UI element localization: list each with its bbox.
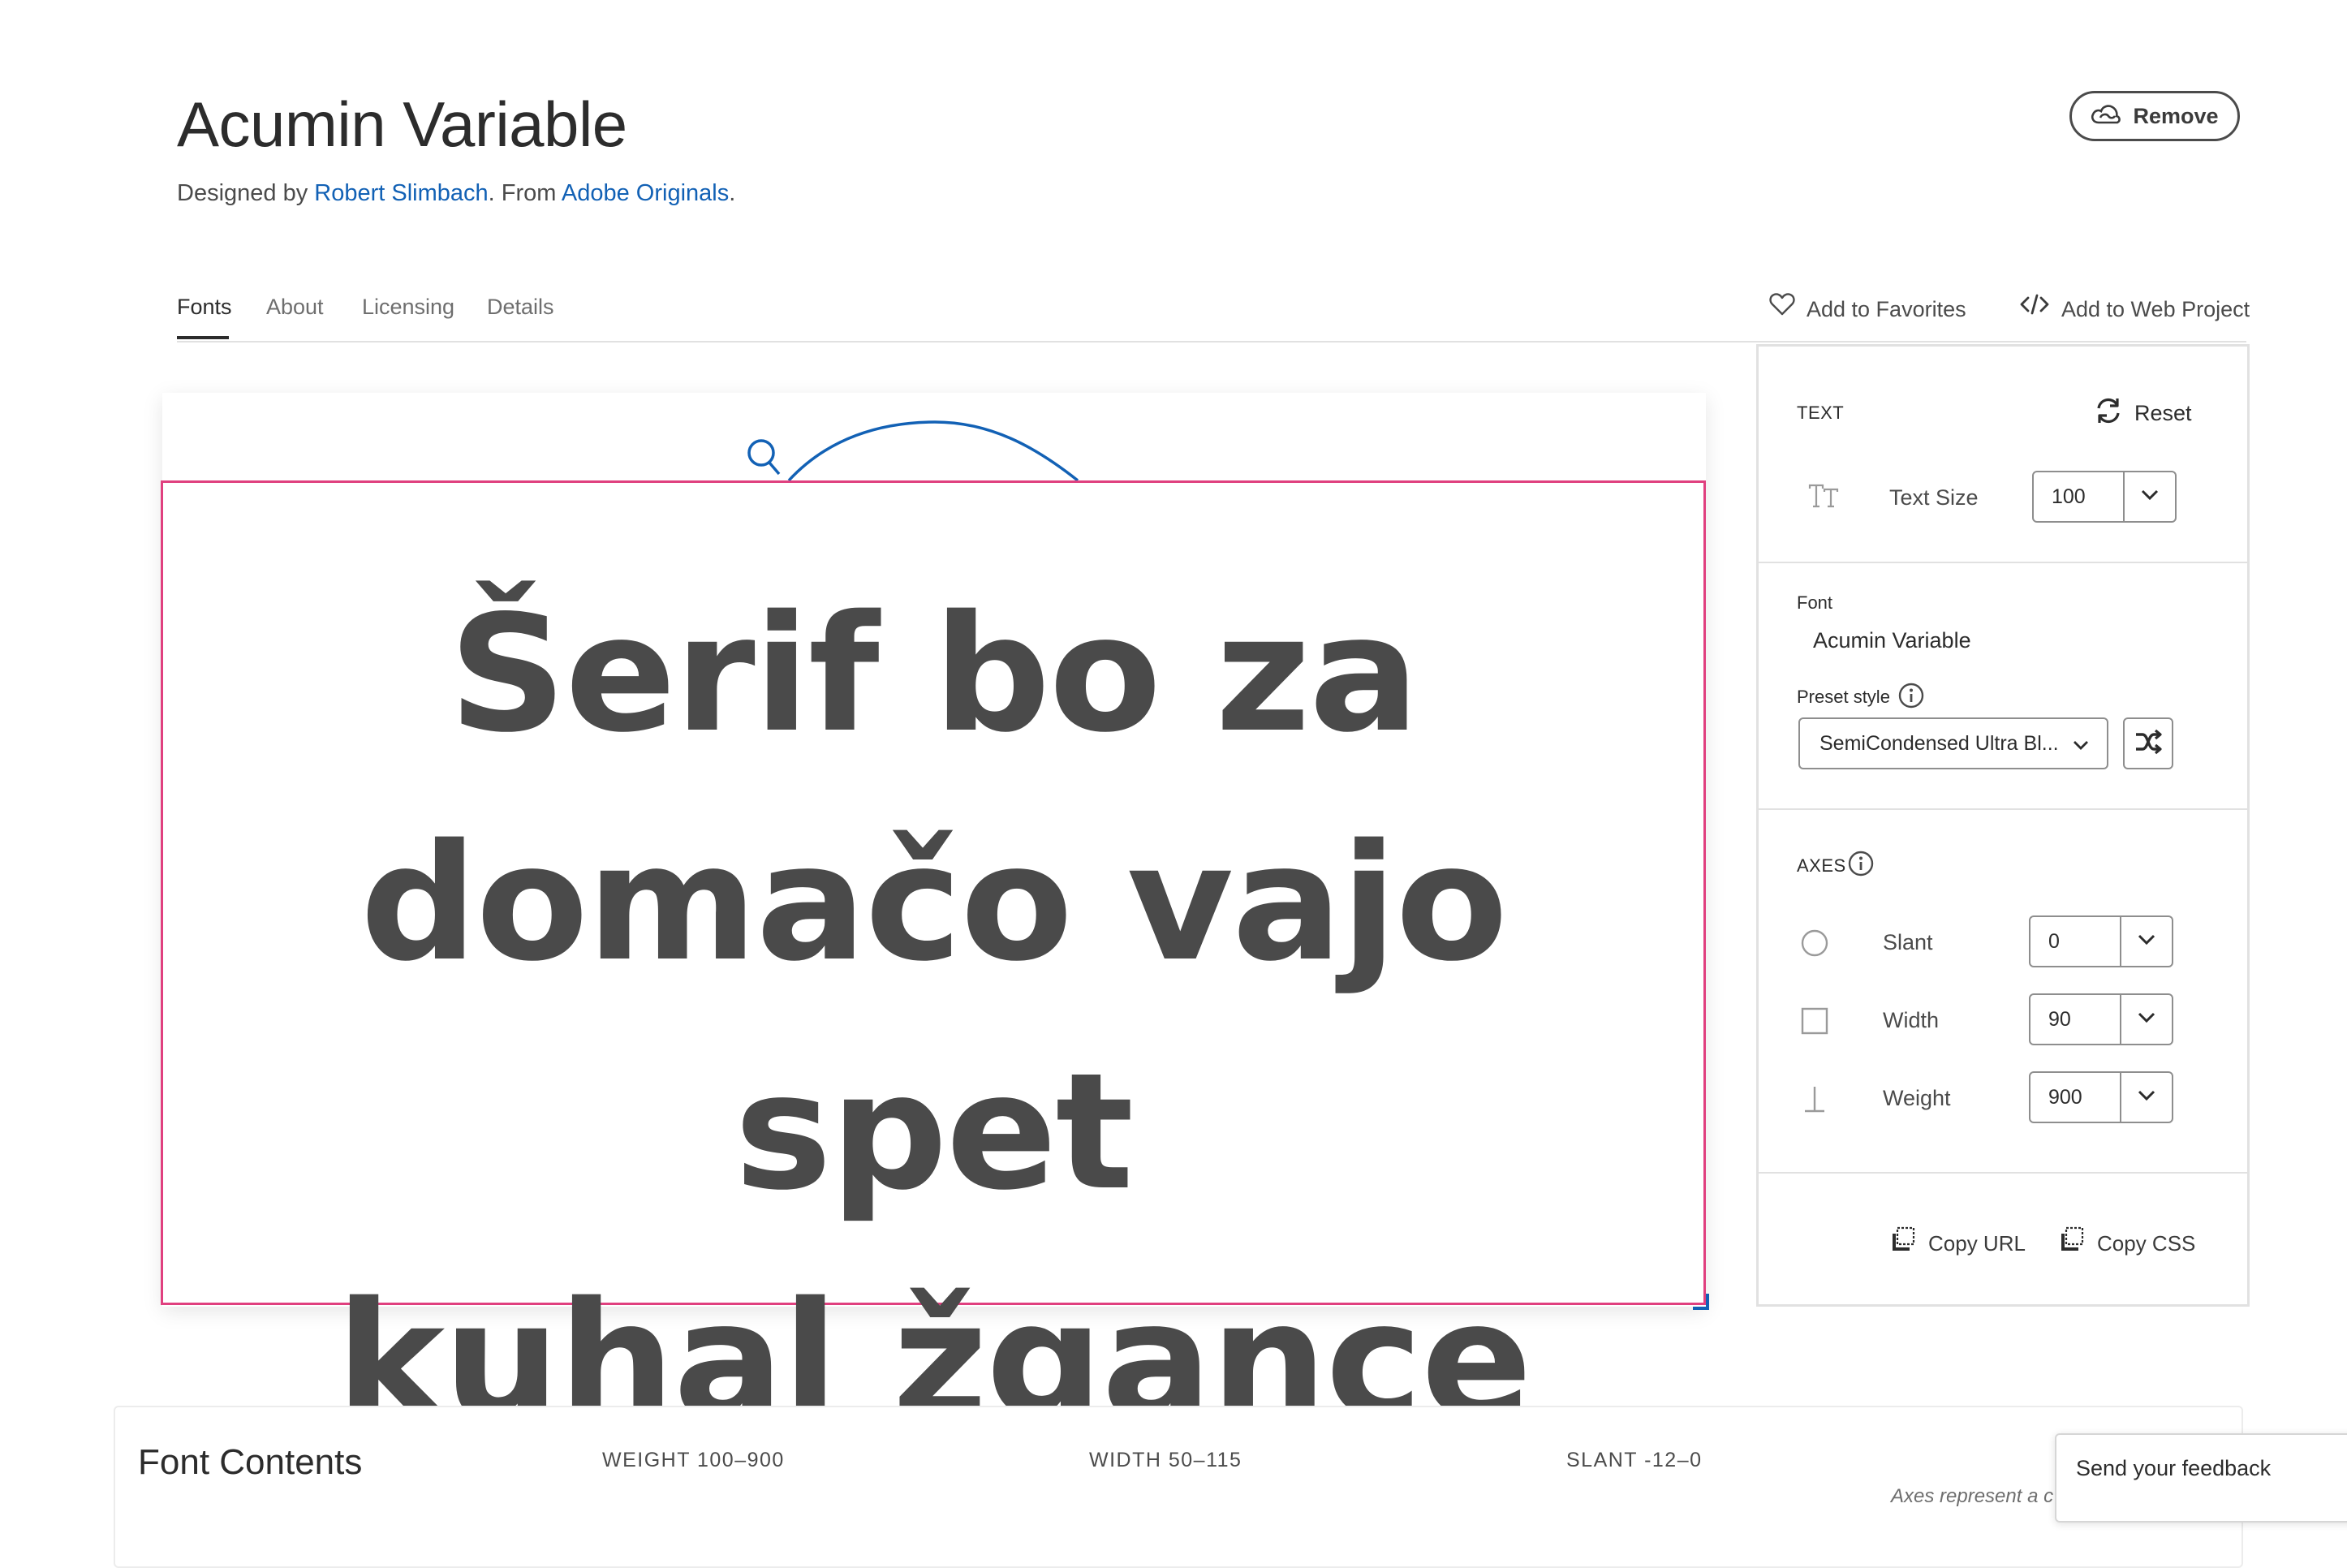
remove-button[interactable]: Remove xyxy=(2069,91,2240,141)
panel-divider xyxy=(1759,1172,2247,1174)
byline-suffix: . xyxy=(729,180,736,206)
preset-style-value: SemiCondensed Ultra Bl... xyxy=(1819,731,2059,755)
weight-range: WEIGHT 100–900 xyxy=(602,1449,785,1471)
copy-css-button[interactable]: Copy CSS xyxy=(2058,1226,2195,1260)
add-to-favorites-label: Add to Favorites xyxy=(1807,296,1966,321)
width-range: WIDTH 50–115 xyxy=(1089,1449,1242,1471)
width-stepper[interactable]: 90 xyxy=(2029,993,2173,1045)
byline: Designed by Robert Slimbach. From Adobe … xyxy=(177,177,735,209)
font-label: Font xyxy=(1797,592,1833,613)
weight-stepper[interactable]: 900 xyxy=(2029,1071,2173,1123)
reset-button[interactable]: Reset xyxy=(2094,396,2192,429)
copy-url-label: Copy URL xyxy=(1928,1230,2026,1256)
add-to-web-project-button[interactable]: Add to Web Project xyxy=(2019,292,2250,325)
text-size-stepper[interactable]: 100 xyxy=(2032,471,2177,523)
font-contents-title: Font Contents xyxy=(138,1442,363,1482)
tab-details[interactable]: Details xyxy=(487,291,554,323)
slant-stepper[interactable]: 0 xyxy=(2029,915,2173,967)
slant-value[interactable]: 0 xyxy=(2030,917,2121,966)
byline-prefix: Designed by xyxy=(177,180,315,206)
preset-style-select[interactable]: SemiCondensed Ultra Bl... xyxy=(1798,717,2108,769)
text-size-label: Text Size xyxy=(1889,485,1979,510)
shuffle-preset-button[interactable] xyxy=(2123,717,2173,769)
info-icon[interactable] xyxy=(1847,850,1875,881)
heart-icon xyxy=(1769,292,1795,325)
chevron-down-icon xyxy=(2141,489,2159,505)
font-name: Acumin Variable xyxy=(1813,628,1971,653)
slant-range: SLANT -12–0 xyxy=(1566,1449,1703,1471)
weight-label: Weight xyxy=(1883,1086,1951,1110)
copy-css-label: Copy CSS xyxy=(2097,1230,2196,1256)
text-size-value[interactable]: 100 xyxy=(2034,472,2125,521)
text-size-icon xyxy=(1807,480,1841,514)
preview-line: domačo vajo spet xyxy=(360,809,1508,1226)
axes-note: Axes represent a c xyxy=(1891,1485,2054,1507)
shuffle-icon xyxy=(2134,728,2163,760)
add-to-web-project-label: Add to Web Project xyxy=(2061,296,2250,321)
chevron-down-icon xyxy=(2138,1090,2155,1105)
slant-axis-icon xyxy=(1800,928,1829,962)
tab-about[interactable]: About xyxy=(266,291,324,323)
reset-label: Reset xyxy=(2134,400,2192,425)
text-size-dropdown[interactable] xyxy=(2125,472,2175,521)
byline-from: . From xyxy=(488,180,562,206)
width-label: Width xyxy=(1883,1008,1940,1032)
active-tab-indicator xyxy=(177,336,229,339)
chevron-down-icon xyxy=(2138,934,2155,950)
copy-icon xyxy=(2058,1226,2086,1260)
remove-label: Remove xyxy=(2133,103,2219,128)
copy-icon xyxy=(1889,1226,1917,1260)
chevron-down-icon xyxy=(2138,1012,2155,1027)
creative-cloud-icon xyxy=(2091,102,2121,131)
width-dropdown[interactable] xyxy=(2121,995,2172,1044)
send-feedback-label: Send your feedback xyxy=(2076,1456,2272,1480)
page-title: Acumin Variable xyxy=(177,88,627,160)
foundry-link[interactable]: Adobe Originals xyxy=(562,180,729,206)
axes-section-heading: AXES xyxy=(1797,855,1846,876)
refresh-icon xyxy=(2094,396,2123,429)
panel-divider xyxy=(1759,562,2247,563)
preset-style-label: Preset style xyxy=(1797,687,1890,707)
text-section-heading: TEXT xyxy=(1797,403,1845,423)
width-value[interactable]: 90 xyxy=(2030,995,2121,1044)
slant-dropdown[interactable] xyxy=(2121,917,2172,966)
add-to-favorites-button[interactable]: Add to Favorites xyxy=(1769,292,1966,325)
tab-licensing[interactable]: Licensing xyxy=(362,291,454,323)
panel-divider xyxy=(1759,808,2247,810)
info-icon[interactable] xyxy=(1897,682,1925,713)
preview-line: Šerif bo za xyxy=(448,580,1419,768)
weight-value[interactable]: 900 xyxy=(2030,1073,2121,1122)
weight-dropdown[interactable] xyxy=(2121,1073,2172,1122)
rotate-handle[interactable] xyxy=(730,414,1087,488)
copy-url-button[interactable]: Copy URL xyxy=(1889,1226,2026,1260)
chevron-down-icon xyxy=(2073,732,2089,756)
weight-axis-icon xyxy=(1800,1084,1829,1118)
tab-fonts[interactable]: Fonts xyxy=(177,291,232,323)
slant-label: Slant xyxy=(1883,930,1933,954)
send-feedback-button[interactable]: Send your feedback xyxy=(2055,1433,2347,1523)
width-axis-icon xyxy=(1800,1006,1829,1040)
designer-link[interactable]: Robert Slimbach xyxy=(314,180,488,206)
preview-text[interactable]: Šerif bo za domačo vajo spet kuhal žganc… xyxy=(145,560,1721,1475)
tabs-divider xyxy=(177,341,2246,342)
code-icon xyxy=(2019,292,2050,325)
